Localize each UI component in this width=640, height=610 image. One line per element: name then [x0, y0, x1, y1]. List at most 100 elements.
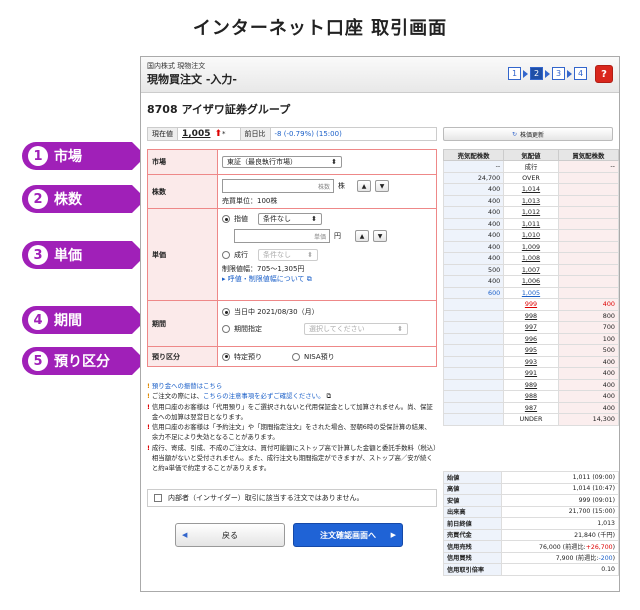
- table-row: 995 500: [442, 344, 619, 357]
- alert-icon: !: [147, 443, 150, 452]
- current-price[interactable]: 1,005: [178, 129, 214, 139]
- term-today-radio[interactable]: [222, 308, 230, 316]
- table-row: 400 1,013: [442, 194, 619, 207]
- order-form: 市場 東証（最良執行市場） ⬍ 株数 株数 株 ▲ ▼ 売買単位：100株 単価 …: [147, 149, 437, 367]
- table-row: 400 1,012: [442, 206, 619, 219]
- external-link-icon: ⧉: [324, 392, 332, 401]
- table-row: 988 400: [442, 390, 619, 403]
- up-arrow-icon: ⬆: [214, 129, 223, 139]
- help-icon[interactable]: ?: [595, 65, 613, 83]
- window-title: 現物買注文 -入力-: [147, 73, 237, 86]
- price-change: -8 (-0.79%) (15:00): [274, 130, 342, 138]
- deposit-nisa-radio[interactable]: [292, 352, 300, 361]
- table-row: 400 1,008: [442, 252, 619, 265]
- window-header: 国内株式 現物注文 現物買注文 -入力- 1 2 3 4 ?: [141, 57, 619, 93]
- callout-deposit: 5 預り区分: [22, 347, 146, 375]
- quantity-up-button[interactable]: ▲: [357, 180, 371, 192]
- table-row: 400 1,010: [442, 229, 619, 242]
- table-row: 500 1,007: [442, 263, 619, 276]
- table-row: 987 400: [442, 401, 619, 414]
- limit-condition-select[interactable]: 条件なし ⬍: [258, 213, 322, 225]
- chevron-down-icon: ⬍: [307, 251, 313, 259]
- alert-icon: !: [147, 392, 150, 401]
- step-3: 3: [552, 67, 565, 80]
- stat-row: 始値 1,011 (09:00): [443, 471, 619, 484]
- callout-price: 3 単価: [22, 241, 146, 269]
- stat-row: 高値 1,014 (10:47): [443, 482, 619, 495]
- stats-table: 始値 1,011 (09:00) 高値 1,014 (10:47) 安値 999 (09:…: [443, 471, 619, 576]
- step-1: 1: [508, 67, 521, 80]
- external-link-icon: ⧉: [306, 275, 312, 283]
- quantity-down-button[interactable]: ▼: [375, 180, 389, 192]
- caret-left-icon: ◀: [182, 531, 188, 539]
- alert-icon: !: [147, 402, 150, 411]
- stat-row: 信用取引倍率 0.10: [443, 563, 619, 576]
- price-input[interactable]: 単価: [234, 229, 330, 243]
- stat-row: 前日終値 1,013: [443, 517, 619, 530]
- chevron-down-icon: ⬍: [331, 158, 337, 166]
- price-row-form: 単価 指値 条件なし ⬍ 単価 円 ▲ ▼ 成行 条件なし ⬍ 制限値幅：705～1…: [147, 209, 437, 301]
- callout-term: 4 期間: [22, 306, 146, 334]
- page-title: インターネット口座 取引画面: [192, 18, 448, 39]
- price-up-button[interactable]: ▲: [355, 230, 369, 242]
- chevron-down-icon: ⬍: [397, 325, 403, 333]
- price-row: 現在値 1,005 ⬆ * 前日比 -8 (-0.79%) (15:00): [147, 127, 437, 141]
- refresh-icon: ↻: [511, 130, 517, 138]
- insider-confirm[interactable]: 内部者（インサイダー）取引に該当する注文ではありません。: [147, 489, 437, 507]
- limit-radio[interactable]: [222, 215, 230, 223]
- stat-row: 信用買残 7,900 (前週比:-200): [443, 551, 619, 564]
- table-row: 400 1,011: [442, 217, 619, 230]
- table-row: 989 400: [442, 378, 619, 391]
- alert-icon: !: [147, 423, 150, 432]
- table-row: 400 1,014: [442, 183, 619, 196]
- stat-row: 安値 999 (09:01): [443, 494, 619, 507]
- price-down-button[interactable]: ▼: [373, 230, 387, 242]
- quantity-row: 株数 株数 株 ▲ ▼ 売買単位：100株: [147, 175, 437, 209]
- table-row: 996 100: [442, 332, 619, 345]
- stat-row: 売買代金 21,840 (千円): [443, 528, 619, 541]
- alert-icon: !: [147, 382, 150, 390]
- table-row: 997 700: [442, 321, 619, 334]
- insider-checkbox[interactable]: [154, 494, 162, 502]
- callout-quantity: 2 株数: [22, 185, 146, 213]
- step-arrow-icon: [523, 69, 528, 78]
- caret-right-icon: ▶: [390, 531, 396, 539]
- deposit-row: 預り区分 特定預り NISA預り: [147, 347, 437, 367]
- caution-link[interactable]: こちらの注意事項を必ずご確認ください。: [203, 392, 324, 400]
- refresh-button[interactable]: ↻ 株価更新: [443, 127, 613, 141]
- quantity-input[interactable]: 株数: [222, 179, 334, 193]
- table-row: 999 400: [442, 298, 619, 311]
- step-arrow-icon: [567, 69, 572, 78]
- breadcrumb: 国内株式 現物注文: [147, 62, 206, 70]
- term-specify-radio[interactable]: [222, 325, 230, 333]
- order-book: 売気配株数 気配値 買気配株数 -- 成行 -- 24,700 OVER 400 1,014…: [442, 149, 619, 426]
- term-date-select[interactable]: 選択してください ⬍: [304, 323, 408, 335]
- market-row: 市場 東証（最良執行市場） ⬍: [147, 149, 437, 175]
- callout-market: 1 市場: [22, 142, 146, 170]
- stat-row: 出来高 21,700 (15:00): [443, 505, 619, 518]
- step-indicator: 1 2 3 4: [508, 67, 587, 80]
- step-4: 4: [574, 67, 587, 80]
- table-row: 400 1,006: [442, 275, 619, 288]
- back-button[interactable]: ◀ 戻る: [175, 523, 285, 547]
- step-arrow-icon: [545, 69, 550, 78]
- deposit-special-radio[interactable]: [222, 352, 230, 361]
- notes: ! 預り金への振替はこちら ! ご注文の際には、こちらの注意事項を必ずご確認ください…: [147, 381, 437, 473]
- stat-row: 信用売残 76,000 (前週比:+26,700): [443, 540, 619, 553]
- table-row: 400 1,009: [442, 240, 619, 253]
- chevron-down-icon: ⬍: [311, 215, 317, 223]
- table-row: 991 400: [442, 367, 619, 380]
- table-row: UNDER 14,300: [442, 413, 619, 426]
- market-order-condition-select[interactable]: 条件なし ⬍: [258, 249, 318, 261]
- table-row: 24,700 OVER: [442, 171, 619, 184]
- table-row: -- 成行 --: [442, 160, 619, 173]
- market-order-radio[interactable]: [222, 251, 230, 259]
- quote-link[interactable]: ▸ 呼値・制限値幅について ⧉: [222, 274, 432, 284]
- table-row: 993 400: [442, 355, 619, 368]
- term-row: 期間 当日中 2021/08/30（月） 期間指定 選択してください ⬍: [147, 301, 437, 347]
- transfer-link[interactable]: 預り金への振替はこちら: [152, 381, 222, 391]
- stock-name: 8708 アイザワ証券グループ: [147, 103, 291, 116]
- market-select[interactable]: 東証（最良執行市場） ⬍: [222, 156, 342, 168]
- confirm-button[interactable]: 注文確認画面へ ▶: [293, 523, 403, 547]
- order-window: 国内株式 現物注文 現物買注文 -入力- 1 2 3 4 ? 8708 アイザワ…: [140, 56, 620, 592]
